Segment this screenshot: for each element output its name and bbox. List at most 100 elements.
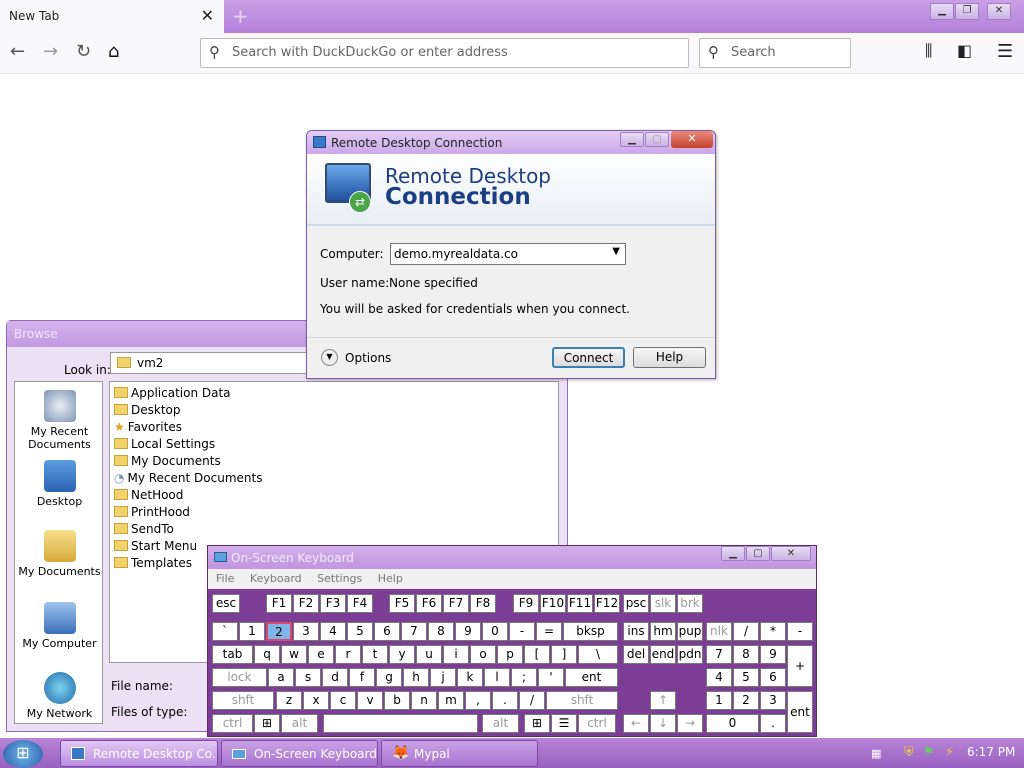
osk-key[interactable]: bksp — [563, 622, 618, 641]
osk-key[interactable]: ctrl — [212, 714, 253, 733]
menu-settings[interactable]: Settings — [317, 572, 362, 585]
osk-key[interactable]: 2 — [266, 622, 292, 641]
tab-new-tab[interactable]: New Tab ✕ — [0, 0, 224, 33]
osk-key[interactable]: y — [389, 645, 415, 664]
osk-key[interactable]: ⊞ — [524, 714, 550, 733]
osk-key[interactable]: p — [497, 645, 523, 664]
taskbar-item-rdc[interactable]: Remote Desktop Co... — [60, 740, 218, 767]
osk-key[interactable]: shft — [546, 691, 618, 710]
start-button-icon[interactable]: ⊞ — [3, 740, 43, 768]
osk-key[interactable]: z — [276, 691, 302, 710]
menu-file[interactable]: File — [216, 572, 234, 585]
osk-key[interactable]: 3 — [293, 622, 319, 641]
osk-key[interactable]: ← — [623, 714, 649, 733]
library-icon[interactable]: ⫼ — [925, 41, 932, 61]
osk-key[interactable]: - — [787, 622, 813, 641]
osk-key[interactable]: ins — [623, 622, 649, 641]
osk-key[interactable]: nlk — [706, 622, 732, 641]
look-in-select[interactable]: vm2 — [110, 352, 310, 374]
osk-key[interactable]: F7 — [443, 594, 469, 613]
osk-key[interactable]: e — [308, 645, 334, 664]
osk-key[interactable]: F11 — [567, 594, 593, 613]
list-item[interactable]: ★ Favorites — [114, 419, 182, 435]
osk-key[interactable]: = — [536, 622, 562, 641]
osk-key[interactable]: F10 — [540, 594, 566, 613]
osk-key[interactable]: 4 — [706, 668, 732, 687]
osk-key[interactable]: 8 — [733, 645, 759, 664]
new-tab-icon[interactable]: + — [232, 4, 249, 28]
osk-key[interactable]: m — [438, 691, 464, 710]
osk-maximize-icon[interactable]: ▢ — [746, 546, 770, 561]
place-recent[interactable]: My Recent Documents — [15, 390, 104, 451]
osk-key[interactable]: o — [470, 645, 496, 664]
osk-key[interactable]: ent — [787, 691, 813, 733]
osk-key[interactable]: + — [787, 645, 813, 687]
osk-key[interactable]: ↓ — [650, 714, 676, 733]
osk-key[interactable]: 3 — [760, 691, 786, 710]
list-item[interactable]: NetHood — [114, 487, 183, 503]
osk-key[interactable]: 6 — [374, 622, 400, 641]
back-icon[interactable]: ← — [10, 41, 25, 62]
url-bar[interactable]: ⚲ Search with DuckDuckGo or enter addres… — [200, 38, 689, 68]
place-my-documents[interactable]: My Documents — [15, 530, 104, 578]
osk-key[interactable]: - — [509, 622, 535, 641]
taskbar-item-osk[interactable]: On-Screen Keyboard — [221, 740, 378, 767]
osk-key[interactable]: psc — [623, 594, 649, 613]
osk-key[interactable]: 4 — [320, 622, 346, 641]
osk-key[interactable]: q — [254, 645, 280, 664]
list-item[interactable]: Application Data — [114, 385, 231, 401]
osk-key[interactable]: F4 — [347, 594, 373, 613]
home-icon[interactable]: ⌂ — [108, 41, 119, 62]
help-button[interactable]: Help — [633, 347, 706, 368]
osk-key[interactable]: ' — [538, 668, 564, 687]
close-window-icon[interactable]: ✕ — [987, 3, 1011, 20]
osk-key[interactable]: F2 — [293, 594, 319, 613]
osk-key[interactable]: / — [733, 622, 759, 641]
search-box[interactable]: ⚲ Search — [699, 38, 851, 68]
osk-key[interactable]: b — [384, 691, 410, 710]
osk-key[interactable]: * — [760, 622, 786, 641]
osk-key[interactable]: ent — [565, 668, 618, 687]
osk-key[interactable]: F8 — [470, 594, 496, 613]
osk-key[interactable]: j — [430, 668, 456, 687]
connect-button[interactable]: Connect — [552, 347, 625, 368]
osk-key[interactable]: end — [650, 645, 676, 664]
shield-icon[interactable]: ⛨ — [904, 745, 914, 760]
osk-close-icon[interactable]: ✕ — [771, 546, 811, 561]
list-item[interactable]: My Documents — [114, 453, 221, 469]
list-item[interactable]: SendTo — [114, 521, 174, 537]
osk-key[interactable]: F1 — [266, 594, 292, 613]
osk-key[interactable]: d — [322, 668, 348, 687]
osk-key[interactable]: . — [760, 714, 786, 733]
osk-key[interactable]: slk — [650, 594, 676, 613]
osk-key[interactable]: alt — [482, 714, 519, 733]
osk-key[interactable]: esc — [212, 594, 240, 613]
osk-key[interactable]: f — [349, 668, 375, 687]
osk-key[interactable]: t — [362, 645, 388, 664]
list-item[interactable]: Templates — [114, 555, 192, 571]
osk-key[interactable]: ⊞ — [254, 714, 280, 733]
osk-key[interactable]: F12 — [594, 594, 620, 613]
osk-key[interactable]: lock — [212, 668, 267, 687]
osk-key[interactable]: v — [357, 691, 383, 710]
osk-key[interactable]: F5 — [389, 594, 415, 613]
osk-key[interactable]: s — [295, 668, 321, 687]
osk-key[interactable]: 1 — [239, 622, 265, 641]
place-my-network[interactable]: My Network — [15, 672, 104, 720]
osk-key[interactable]: 0 — [706, 714, 759, 733]
osk-key[interactable]: [ — [524, 645, 550, 664]
taskbar-clock[interactable]: 6:17 PM — [967, 745, 1015, 759]
list-item[interactable]: Desktop — [114, 402, 181, 418]
list-item[interactable]: ◔ My Recent Documents — [114, 470, 262, 486]
osk-key[interactable]: F6 — [416, 594, 442, 613]
sidebar-icon[interactable]: ◧ — [957, 41, 972, 60]
osk-key[interactable]: F3 — [320, 594, 346, 613]
osk-key[interactable]: 9 — [760, 645, 786, 664]
osk-key[interactable]: n — [411, 691, 437, 710]
rdc-minimize-icon[interactable]: ▁ — [620, 132, 644, 147]
tray-keyboard-icon[interactable]: ▦ — [871, 747, 881, 760]
computer-combobox[interactable]: demo.myrealdata.co ▼ — [390, 243, 626, 265]
osk-key[interactable]: l — [484, 668, 510, 687]
osk-key[interactable]: F9 — [513, 594, 539, 613]
osk-key[interactable]: ; — [511, 668, 537, 687]
